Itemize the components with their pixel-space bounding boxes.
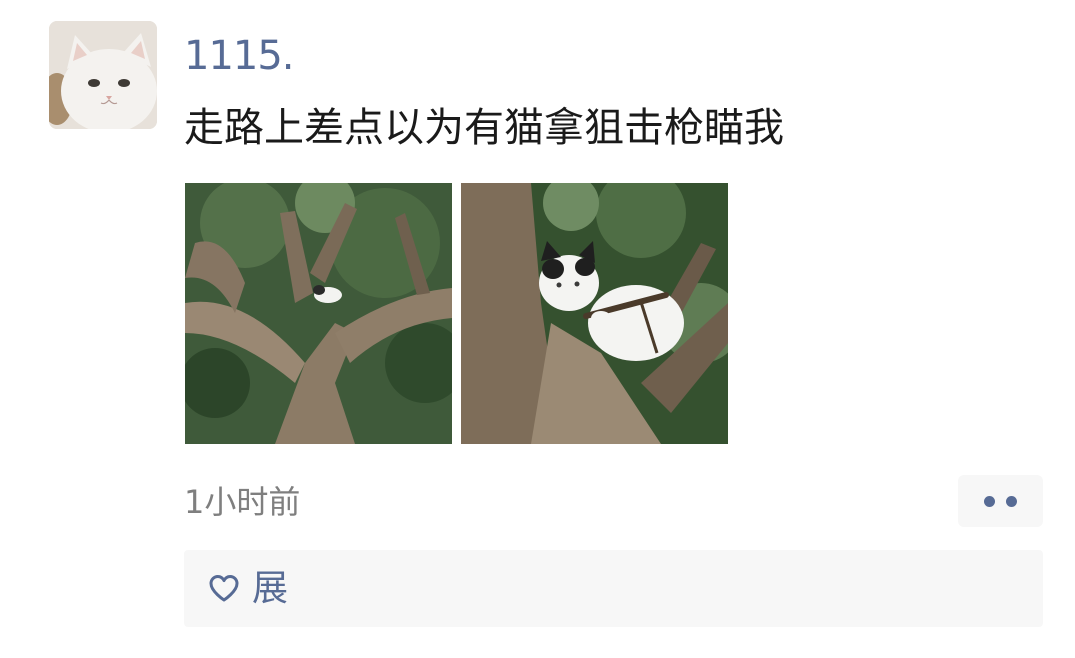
- photo-1[interactable]: [185, 183, 452, 444]
- more-dot-icon: [1006, 495, 1017, 507]
- post-text: 走路上差点以为有猫拿狙击枪瞄我: [184, 105, 784, 151]
- liker-name-link[interactable]: 展: [252, 567, 288, 611]
- likes-section: 展: [184, 550, 1043, 627]
- username-link[interactable]: 1115.: [184, 30, 295, 82]
- white-cat-avatar-image: [49, 21, 157, 129]
- cat-with-stick-photo: [461, 183, 728, 444]
- avatar[interactable]: [49, 21, 157, 129]
- post-timestamp: 1小时前: [184, 483, 301, 521]
- cat-in-tree-photo: [185, 183, 452, 444]
- more-actions-button[interactable]: [958, 475, 1043, 527]
- heart-outline-icon: [209, 575, 239, 602]
- more-dot-icon: [984, 495, 995, 507]
- photo-2[interactable]: [461, 183, 728, 444]
